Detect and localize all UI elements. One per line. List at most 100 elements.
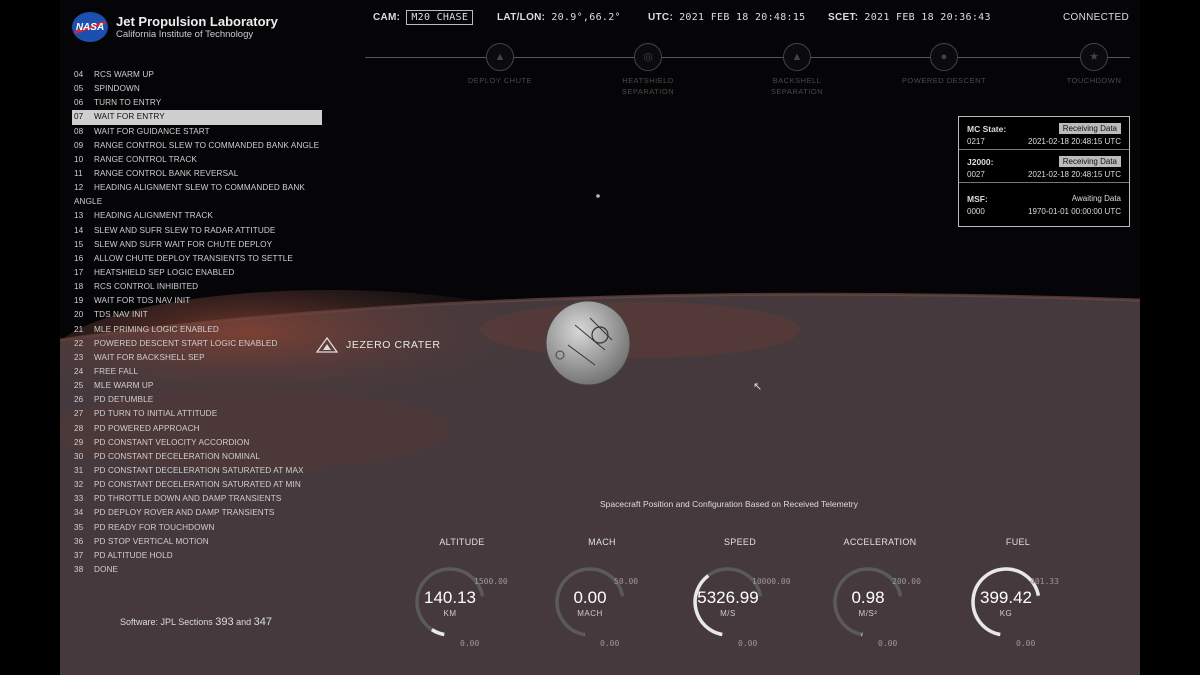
edl-step-item[interactable]: 23 WAIT FOR BACKSHELL SEP bbox=[72, 351, 322, 365]
edl-step-item[interactable]: 21 MLE PRIMING LOGIC ENABLED bbox=[72, 323, 322, 337]
gauge-value: 140.13 bbox=[424, 588, 476, 607]
gauge-max: 10000.00 bbox=[752, 577, 791, 586]
gauge-value: 0.00 bbox=[573, 588, 607, 607]
edl-step-item[interactable]: 33 PD THROTTLE DOWN AND DAMP TRANSIENTS bbox=[72, 492, 322, 506]
step-number: 09 bbox=[74, 140, 84, 150]
gauge-min: 0.00 bbox=[738, 639, 758, 648]
gauge-fuel: FUEL 399.42 KG 401.33 0.00 bbox=[968, 537, 1068, 657]
edl-step-item[interactable]: 38 DONE bbox=[72, 563, 322, 577]
camera-dropdown[interactable]: M20 CHASE bbox=[406, 10, 474, 25]
edl-step-item[interactable]: 12 HEADING ALIGNMENT SLEW TO COMMANDED BA… bbox=[72, 181, 322, 209]
edl-step-item[interactable]: 20 TDS NAV INIT bbox=[72, 308, 322, 322]
spacecraft-capsule bbox=[545, 300, 631, 386]
edl-step-item[interactable]: 36 PD STOP VERTICAL MOTION bbox=[72, 535, 322, 549]
step-number: 20 bbox=[74, 310, 84, 320]
edl-step-item[interactable]: 25 MLE WARM UP bbox=[72, 379, 322, 393]
crater-marker-icon bbox=[316, 337, 338, 353]
step-number: 17 bbox=[74, 267, 84, 277]
milestone-backshell-separation[interactable]: ▲ BACKSHELL SEPARATION bbox=[742, 43, 852, 97]
edl-step-item[interactable]: 19 WAIT FOR TDS NAV INIT bbox=[72, 294, 322, 308]
step-number: 14 bbox=[74, 225, 84, 235]
mars-terrain-patch bbox=[480, 302, 800, 358]
edl-step-item[interactable]: 06 TURN TO ENTRY bbox=[72, 96, 322, 110]
step-number: 12 bbox=[74, 183, 84, 193]
step-number: 06 bbox=[74, 98, 84, 108]
nasa-logo-icon: NASA bbox=[72, 12, 108, 42]
step-label: RANGE CONTROL BANK REVERSAL bbox=[94, 168, 239, 178]
gauge-max: 50.00 bbox=[614, 577, 639, 586]
step-number: 10 bbox=[74, 154, 84, 164]
milestone-deploy-chute[interactable]: ▲ DEPLOY CHUTE bbox=[445, 43, 555, 86]
gauge-max: 401.33 bbox=[1030, 577, 1059, 586]
edl-step-item[interactable]: 30 PD CONSTANT DECELERATION NOMINAL bbox=[72, 450, 322, 464]
edl-step-item[interactable]: 15 SLEW AND SUFR WAIT FOR CHUTE DEPLOY bbox=[72, 238, 322, 252]
gauge-acceleration: ACCELERATION 0.98 M/S² 200.00 0.00 bbox=[830, 537, 930, 657]
edl-step-item[interactable]: 35 PD READY FOR TOUCHDOWN bbox=[72, 521, 322, 535]
edl-step-item[interactable]: 37 PD ALTITUDE HOLD bbox=[72, 549, 322, 563]
jpl-logo: NASA Jet Propulsion Laboratory Californi… bbox=[72, 12, 278, 42]
edl-step-item[interactable]: 11 RANGE CONTROL BANK REVERSAL bbox=[72, 167, 322, 181]
edl-step-item[interactable]: 27 PD TURN TO INITIAL ATTITUDE bbox=[72, 407, 322, 421]
gauge-label: SPEED bbox=[723, 537, 756, 547]
utc-readout: UTC: 2021 FEB 18 20:48:15 bbox=[648, 12, 806, 23]
gauge-unit: MACH bbox=[577, 609, 603, 618]
backshell-icon: ▲ bbox=[783, 43, 811, 71]
step-number: 11 bbox=[74, 168, 83, 178]
step-number: 21 bbox=[74, 324, 84, 334]
status-badge: Receiving Data bbox=[1058, 123, 1121, 134]
gauge-value: 399.42 bbox=[980, 588, 1032, 607]
edl-step-item[interactable]: 14 SLEW AND SUFR SLEW TO RADAR ATTITUDE bbox=[72, 224, 322, 238]
step-label: DONE bbox=[94, 564, 119, 574]
edl-step-item[interactable]: 24 FREE FALL bbox=[72, 365, 322, 379]
edl-step-item[interactable]: 17 HEATSHIELD SEP LOGIC ENABLED bbox=[72, 266, 322, 280]
edl-step-item[interactable]: 26 PD DETUMBLE bbox=[72, 393, 322, 407]
gauge-unit: M/S bbox=[720, 609, 736, 618]
milestone-heatshield-separation[interactable]: ◎ HEATSHIELD SEPARATION bbox=[593, 43, 703, 97]
step-number: 35 bbox=[74, 522, 84, 532]
edl-step-item[interactable]: 18 RCS CONTROL INHIBITED bbox=[72, 280, 322, 294]
edl-step-item[interactable]: 09 RANGE CONTROL SLEW TO COMMANDED BANK A… bbox=[72, 139, 322, 153]
latlon-readout: LAT/LON: 20.9°,66.2° bbox=[497, 12, 621, 23]
step-label: PD POWERED APPROACH bbox=[94, 423, 200, 433]
step-label: MLE PRIMING LOGIC ENABLED bbox=[94, 324, 219, 334]
edl-step-item[interactable]: 22 POWERED DESCENT START LOGIC ENABLED bbox=[72, 337, 322, 351]
frame-edge-right bbox=[1140, 0, 1200, 675]
edl-step-item[interactable]: 13 HEADING ALIGNMENT TRACK bbox=[72, 209, 322, 223]
edl-step-item[interactable]: 32 PD CONSTANT DECELERATION SATURATED AT … bbox=[72, 478, 322, 492]
edl-step-list: 04 RCS WARM UP 05 SPINDOWN 06 TURN TO ENTRY 07… bbox=[72, 68, 322, 577]
step-label: RCS CONTROL INHIBITED bbox=[94, 282, 199, 292]
gauge-speed: SPEED 5326.99 M/S 10000.00 0.00 bbox=[690, 537, 791, 657]
milestone-powered-descent[interactable]: ● POWERED DESCENT bbox=[889, 43, 999, 86]
gauge-min: 0.00 bbox=[460, 639, 480, 648]
edl-step-item[interactable]: 05 SPINDOWN bbox=[72, 82, 322, 96]
edl-step-item[interactable]: 29 PD CONSTANT VELOCITY ACCORDION bbox=[72, 436, 322, 450]
scet-readout: SCET: 2021 FEB 18 20:36:43 bbox=[828, 12, 991, 23]
step-label: PD ALTITUDE HOLD bbox=[94, 550, 173, 560]
edl-step-item[interactable]: 28 PD POWERED APPROACH bbox=[72, 422, 322, 436]
step-label: ALLOW CHUTE DEPLOY TRANSIENTS TO SETTLE bbox=[94, 253, 293, 263]
connection-status: CONNECTED bbox=[1063, 12, 1130, 23]
step-label: SLEW AND SUFR WAIT FOR CHUTE DEPLOY bbox=[94, 239, 273, 249]
step-number: 23 bbox=[74, 352, 84, 362]
edl-step-item[interactable]: 34 PD DEPLOY ROVER AND DAMP TRANSIENTS bbox=[72, 506, 322, 520]
edl-step-item[interactable]: 16 ALLOW CHUTE DEPLOY TRANSIENTS TO SETTL… bbox=[72, 252, 322, 266]
step-number: 08 bbox=[74, 126, 84, 136]
step-label: PD CONSTANT DECELERATION NOMINAL bbox=[94, 451, 261, 461]
milestone-touchdown[interactable]: ★ TOUCHDOWN bbox=[1039, 43, 1149, 86]
status-badge: Receiving Data bbox=[1058, 156, 1121, 167]
edl-step-item[interactable]: 04 RCS WARM UP bbox=[72, 68, 322, 82]
step-number: 16 bbox=[74, 253, 84, 263]
step-label: PD DEPLOY ROVER AND DAMP TRANSIENTS bbox=[94, 508, 275, 518]
edl-step-item[interactable]: 08 WAIT FOR GUIDANCE START bbox=[72, 125, 322, 139]
edl-step-item[interactable]: 31 PD CONSTANT DECELERATION SATURATED AT … bbox=[72, 464, 322, 478]
edl-step-item[interactable]: 07 WAIT FOR ENTRY bbox=[72, 110, 322, 125]
step-label: PD CONSTANT DECELERATION SATURATED AT MI… bbox=[94, 480, 301, 490]
step-number: 24 bbox=[74, 366, 84, 376]
gauge-label: ALTITUDE bbox=[439, 537, 485, 547]
edl-step-item[interactable]: 10 RANGE CONTROL TRACK bbox=[72, 153, 322, 167]
landmark-jezero-crater[interactable]: JEZERO CRATER bbox=[316, 337, 441, 353]
gauge-min: 0.00 bbox=[600, 639, 620, 648]
telemetry-status-panel: MC State: Receiving Data 0217 2021-02-18 2… bbox=[958, 116, 1130, 227]
frame-edge-left bbox=[0, 0, 60, 675]
telemetry-caption: Spacecraft Position and Configuration Ba… bbox=[600, 499, 858, 509]
